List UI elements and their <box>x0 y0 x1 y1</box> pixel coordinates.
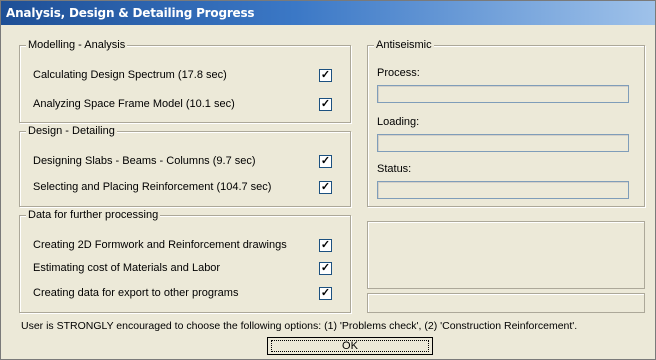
info-panel <box>367 221 645 289</box>
antiseismic-legend: Antiseismic <box>374 39 434 51</box>
analyzing-space-frame-label: Analyzing Space Frame Model (10.1 sec) <box>33 98 235 110</box>
process-label: Process: <box>377 67 420 79</box>
design-detailing-group: Design - Detailing Designing Slabs - Bea… <box>19 125 351 207</box>
creating-2d-formwork-checkbox[interactable]: ✓ <box>319 239 332 252</box>
creating-2d-formwork-label: Creating 2D Formwork and Reinforcement d… <box>33 239 287 251</box>
designing-slabs-label: Designing Slabs - Beams - Columns (9.7 s… <box>33 155 256 167</box>
check-mark-icon: ✓ <box>320 239 331 251</box>
title-bar[interactable]: Analysis, Design & Detailing Progress <box>1 1 655 25</box>
designing-slabs-checkbox[interactable]: ✓ <box>319 155 332 168</box>
modelling-analysis-legend: Modelling - Analysis <box>26 39 128 51</box>
calculating-design-spectrum-checkbox[interactable]: ✓ <box>319 69 332 82</box>
selecting-reinforcement-checkbox[interactable]: ✓ <box>319 181 332 194</box>
loading-label: Loading: <box>377 116 420 128</box>
check-mark-icon: ✓ <box>320 155 331 167</box>
check-mark-icon: ✓ <box>320 181 331 193</box>
check-mark-icon: ✓ <box>320 262 331 274</box>
progress-panel <box>367 293 645 313</box>
focus-rectangle <box>271 340 429 352</box>
estimating-cost-checkbox[interactable]: ✓ <box>319 262 332 275</box>
selecting-reinforcement-label: Selecting and Placing Reinforcement (104… <box>33 181 272 193</box>
window-title: Analysis, Design & Detailing Progress <box>6 6 255 20</box>
creating-export-data-checkbox[interactable]: ✓ <box>319 287 332 300</box>
modelling-analysis-group: Modelling - Analysis Calculating Design … <box>19 39 351 123</box>
process-field <box>377 85 629 103</box>
design-detailing-legend: Design - Detailing <box>26 125 117 137</box>
check-mark-icon: ✓ <box>320 287 331 299</box>
calculating-design-spectrum-label: Calculating Design Spectrum (17.8 sec) <box>33 69 227 81</box>
loading-field <box>377 134 629 152</box>
creating-export-data-label: Creating data for export to other progra… <box>33 287 239 299</box>
estimating-cost-label: Estimating cost of Materials and Labor <box>33 262 221 274</box>
analyzing-space-frame-checkbox[interactable]: ✓ <box>319 98 332 111</box>
progress-dialog: Analysis, Design & Detailing Progress Mo… <box>0 0 656 360</box>
check-mark-icon: ✓ <box>320 69 331 81</box>
check-mark-icon: ✓ <box>320 98 331 110</box>
status-label: Status: <box>377 163 412 175</box>
recommendation-message: User is STRONGLY encouraged to choose th… <box>21 320 578 332</box>
further-processing-group: Data for further processing Creating 2D … <box>19 209 351 313</box>
status-field <box>377 181 629 199</box>
further-processing-legend: Data for further processing <box>26 209 161 221</box>
ok-button[interactable]: OK <box>267 337 433 355</box>
